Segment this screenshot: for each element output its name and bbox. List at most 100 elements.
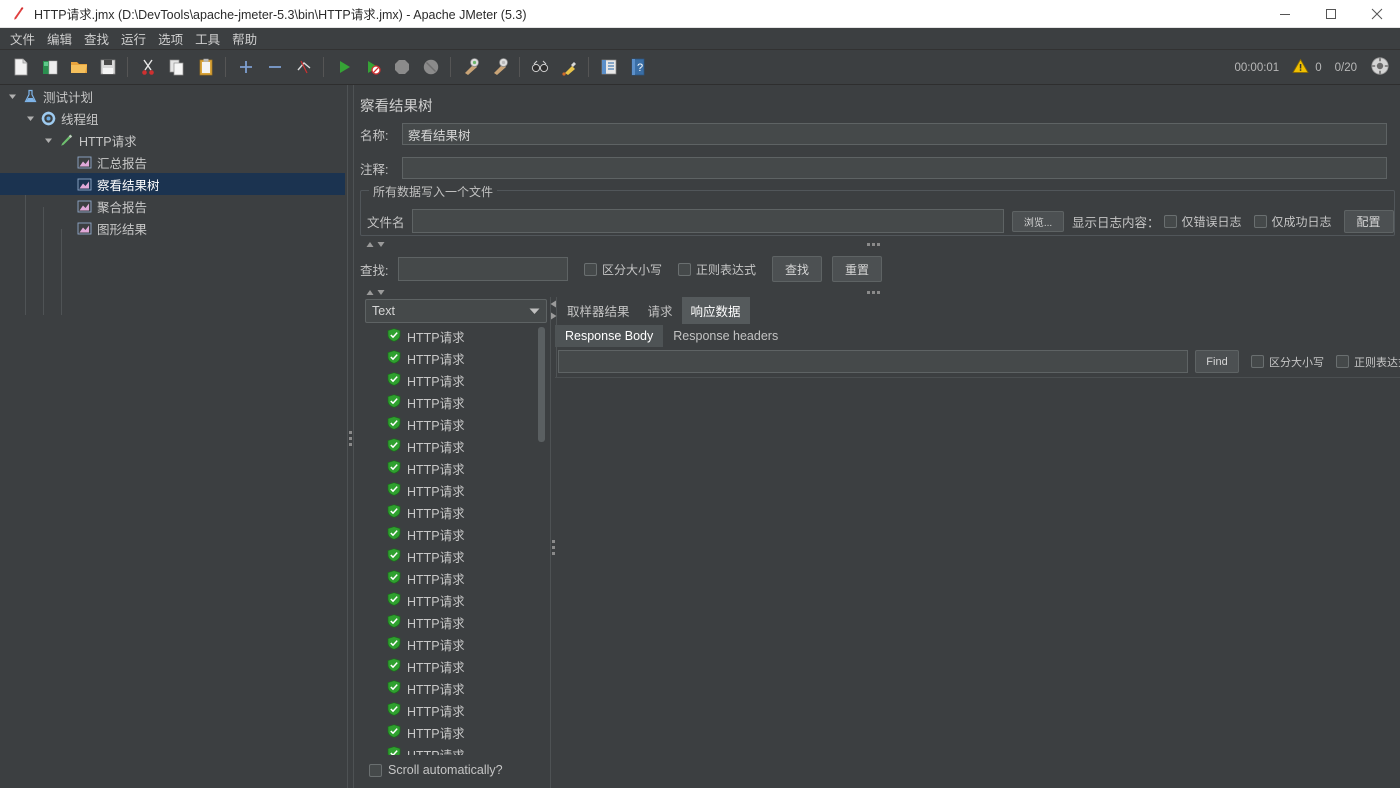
- stop-icon[interactable]: [387, 53, 416, 82]
- new-icon[interactable]: [6, 53, 35, 82]
- save-icon[interactable]: [93, 53, 122, 82]
- start-no-timers-icon[interactable]: [358, 53, 387, 82]
- list-item[interactable]: HTTP请求: [365, 391, 547, 413]
- list-item[interactable]: HTTP请求: [365, 633, 547, 655]
- renderer-select[interactable]: Text: [365, 299, 547, 323]
- toggle-icon[interactable]: [289, 53, 318, 82]
- main-splitter[interactable]: [345, 85, 355, 788]
- search-regex-checkbox[interactable]: 正则表达式: [678, 261, 756, 278]
- tree-node-http-request[interactable]: HTTP请求: [0, 129, 345, 151]
- templates-icon[interactable]: [35, 53, 64, 82]
- tree-node-summary-report[interactable]: 汇总报告: [0, 151, 345, 173]
- start-icon[interactable]: [329, 53, 358, 82]
- list-item[interactable]: HTTP请求: [365, 743, 547, 755]
- checkbox-box[interactable]: [1253, 214, 1267, 228]
- tab-sampler-result[interactable]: 取样器结果: [558, 297, 639, 324]
- tab-response-data[interactable]: 响应数据: [681, 297, 750, 324]
- expand-all-icon[interactable]: [231, 53, 260, 82]
- errors-only-checkbox[interactable]: 仅错误日志: [1163, 213, 1242, 230]
- response-regex-checkbox[interactable]: 正则表达式: [1336, 354, 1400, 370]
- copy-icon[interactable]: [162, 53, 191, 82]
- list-item[interactable]: HTTP请求: [365, 501, 547, 523]
- checkbox-box[interactable]: [1251, 355, 1264, 368]
- menu-help[interactable]: 帮助: [226, 27, 263, 50]
- menu-options[interactable]: 选项: [152, 27, 189, 50]
- help-icon[interactable]: ?: [623, 53, 652, 82]
- response-body-area[interactable]: [555, 377, 1400, 788]
- chevron-down-icon[interactable]: [22, 107, 38, 129]
- menu-search[interactable]: 查找: [78, 27, 115, 50]
- chevron-down-icon[interactable]: [40, 129, 56, 151]
- response-subtabs[interactable]: Response Body Response headers: [555, 325, 788, 347]
- search-case-checkbox[interactable]: 区分大小写: [584, 261, 662, 278]
- list-item[interactable]: HTTP请求: [365, 699, 547, 721]
- tab-request[interactable]: 请求: [639, 297, 682, 324]
- response-tabs[interactable]: 取样器结果 请求 响应数据: [558, 297, 750, 324]
- list-item[interactable]: HTTP请求: [365, 347, 547, 369]
- search-icon[interactable]: [525, 53, 554, 82]
- reset-search-icon[interactable]: [554, 53, 583, 82]
- cut-icon[interactable]: [133, 53, 162, 82]
- results-list[interactable]: HTTP请求 HTTP请求 HTTP请求 HTTP请求 HTTP请求 HTTP请…: [365, 325, 547, 755]
- open-icon[interactable]: [64, 53, 93, 82]
- name-input[interactable]: [402, 123, 1387, 145]
- menu-file[interactable]: 文件: [4, 27, 41, 50]
- tree-node-graph-results[interactable]: 图形结果: [0, 217, 345, 239]
- shutdown-icon[interactable]: [416, 53, 445, 82]
- list-item[interactable]: HTTP请求: [365, 479, 547, 501]
- list-item[interactable]: HTTP请求: [365, 611, 547, 633]
- checkbox-box[interactable]: [1163, 214, 1177, 228]
- search-reset-button[interactable]: 重置: [832, 256, 883, 282]
- tree-node-view-results-tree[interactable]: 察看结果树: [0, 173, 345, 195]
- checkbox-box[interactable]: [1336, 355, 1349, 368]
- list-item[interactable]: HTTP请求: [365, 457, 547, 479]
- tree-node-test-plan[interactable]: 测试计划: [0, 85, 345, 107]
- maximize-button[interactable]: [1308, 0, 1354, 28]
- menu-run[interactable]: 运行: [115, 27, 152, 50]
- response-find-input[interactable]: [558, 350, 1188, 373]
- minimize-button[interactable]: [1262, 0, 1308, 28]
- success-only-checkbox[interactable]: 仅成功日志: [1253, 213, 1332, 230]
- search-input[interactable]: [398, 257, 568, 281]
- list-item[interactable]: HTTP请求: [365, 655, 547, 677]
- function-helper-icon[interactable]: [594, 53, 623, 82]
- comment-input[interactable]: [402, 157, 1387, 179]
- list-item[interactable]: HTTP请求: [365, 369, 547, 391]
- splitter-grip[interactable]: [867, 291, 880, 294]
- close-button[interactable]: [1354, 0, 1400, 28]
- splitter-collapse-right-icon[interactable]: [550, 309, 557, 323]
- splitter-arrows[interactable]: [366, 241, 385, 248]
- list-item[interactable]: HTTP请求: [365, 589, 547, 611]
- splitter-arrows[interactable]: [366, 289, 385, 296]
- list-item[interactable]: HTTP请求: [365, 677, 547, 699]
- checkbox-box[interactable]: [584, 262, 597, 276]
- clear-all-icon[interactable]: [485, 53, 514, 82]
- checkbox-box[interactable]: [678, 262, 692, 276]
- menu-tools[interactable]: 工具: [189, 27, 226, 50]
- list-item[interactable]: HTTP请求: [365, 523, 547, 545]
- filename-input[interactable]: [412, 209, 1004, 233]
- chevron-down-icon[interactable]: [4, 85, 20, 107]
- response-find-button[interactable]: Find: [1195, 350, 1239, 373]
- menu-edit[interactable]: 编辑: [41, 27, 78, 50]
- scrollbar-thumb[interactable]: [538, 327, 545, 442]
- list-item[interactable]: HTTP请求: [365, 545, 547, 567]
- configure-button[interactable]: 配置: [1343, 209, 1394, 233]
- test-plan-tree[interactable]: 测试计划 线程组 HTTP请求 汇总报告 察看结果树 聚合报告 图形结果: [0, 85, 345, 788]
- clear-icon[interactable]: [456, 53, 485, 82]
- scroll-automatically-checkbox[interactable]: Scroll automatically?: [369, 763, 503, 777]
- list-item[interactable]: HTTP请求: [365, 325, 547, 347]
- paste-icon[interactable]: [191, 53, 220, 82]
- search-splitter-top[interactable]: [360, 240, 1395, 249]
- connections-icon[interactable]: [1370, 56, 1390, 79]
- list-item[interactable]: HTTP请求: [365, 413, 547, 435]
- tree-node-aggregate-report[interactable]: 聚合报告: [0, 195, 345, 217]
- tree-node-thread-group[interactable]: 线程组: [0, 107, 345, 129]
- list-item[interactable]: HTTP请求: [365, 721, 547, 743]
- search-find-button[interactable]: 查找: [772, 256, 823, 282]
- list-item[interactable]: HTTP请求: [365, 567, 547, 589]
- list-item[interactable]: HTTP请求: [365, 435, 547, 457]
- search-splitter-bottom[interactable]: [360, 288, 1395, 297]
- collapse-all-icon[interactable]: [260, 53, 289, 82]
- splitter-grip[interactable]: [867, 243, 880, 246]
